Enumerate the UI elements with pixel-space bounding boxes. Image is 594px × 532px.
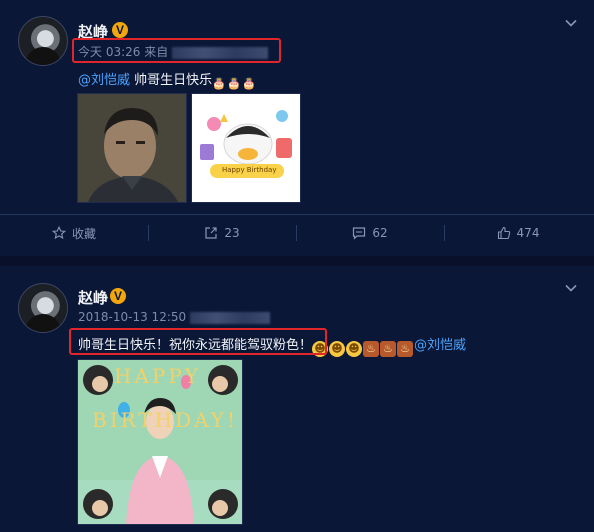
- favorite-label: 收藏: [71, 226, 96, 241]
- share-button[interactable]: 23: [148, 215, 296, 251]
- mention-link[interactable]: @刘恺威: [414, 338, 466, 353]
- post-body: 帅哥生日快乐: [134, 73, 213, 88]
- post-meta: 2018-10-13 12:50: [78, 310, 271, 324]
- cake-emoji-icon: ♨: [380, 341, 397, 357]
- username[interactable]: 赵峥: [78, 287, 108, 308]
- action-bar: 收藏 23 62 474: [0, 215, 594, 251]
- cake-emoji-icon: 🎂: [242, 77, 257, 90]
- thumbs-up-icon: [497, 226, 510, 240]
- chevron-down-icon[interactable]: [564, 281, 578, 295]
- comment-button[interactable]: 62: [296, 215, 444, 251]
- cake-emoji-icon: 🎂: [227, 77, 242, 90]
- avatar[interactable]: [18, 283, 68, 333]
- chevron-down-icon[interactable]: [564, 16, 578, 30]
- weibo-post: 赵峥 V 2018-10-13 12:50 帅哥生日快乐！祝你永远都能驾驭粉色！…: [0, 266, 594, 532]
- avatar[interactable]: [18, 16, 68, 66]
- portrait-photo[interactable]: [77, 93, 187, 203]
- collage-text-line2: BIRTHDAY!: [92, 408, 238, 432]
- comment-icon: [353, 227, 366, 240]
- grin-emoji-icon: ☻: [329, 341, 346, 357]
- comment-count: 62: [372, 226, 388, 240]
- verified-badge-icon: V: [110, 288, 126, 304]
- happy-birthday-collage[interactable]: HAPPY BIRTHDAY!: [77, 359, 243, 525]
- blurred-source: [190, 311, 271, 324]
- post-text: @刘恺威 帅哥生日快乐🎂🎂🎂: [78, 69, 257, 92]
- cake-emoji-icon: ♨: [397, 341, 414, 357]
- cake-emoji-icon: 🎂: [212, 77, 227, 90]
- highlight-box: [72, 38, 281, 63]
- share-icon: [205, 227, 217, 239]
- like-button[interactable]: 474: [444, 215, 592, 251]
- post-separator: [0, 256, 594, 266]
- cake-emoji-icon: ♨: [363, 341, 380, 357]
- mention-link[interactable]: @刘恺威: [78, 73, 130, 88]
- happy-birthday-cartoon[interactable]: Happy Birthday: [191, 93, 301, 203]
- verified-badge-icon: V: [112, 22, 128, 38]
- like-count: 474: [516, 226, 540, 240]
- grin-emoji-icon: ☻: [346, 341, 363, 357]
- highlight-box: [69, 328, 327, 355]
- cartoon-caption: Happy Birthday: [222, 166, 277, 174]
- share-count: 23: [224, 226, 240, 240]
- collage-text-line1: HAPPY: [114, 364, 202, 388]
- star-icon: [51, 226, 66, 240]
- post-time[interactable]: 2018-10-13 12:50: [78, 310, 186, 324]
- weibo-post: 赵峥 V 今天 03:26 来自 @刘恺威 帅哥生日快乐🎂🎂🎂 Happy Bi…: [0, 0, 594, 256]
- favorite-button[interactable]: 收藏: [0, 215, 148, 251]
